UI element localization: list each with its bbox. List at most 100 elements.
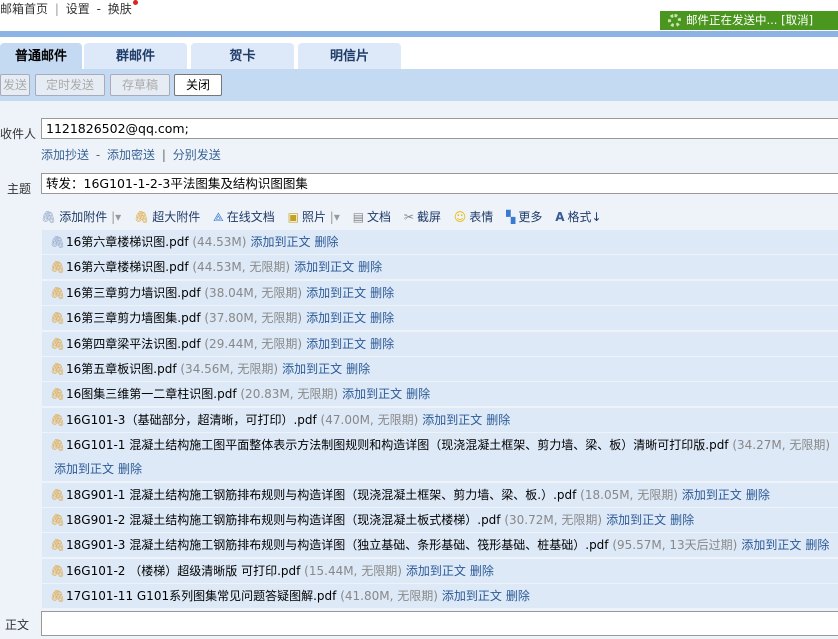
paperclip-icon: 🖇	[50, 311, 66, 326]
paperclip-icon: 🖇	[50, 336, 66, 351]
attachment-meta: (47.00M, 无限期)	[320, 412, 419, 427]
online-doc-button[interactable]: ⟁ 在线文档	[213, 208, 275, 225]
attachment-meta: (95.57M, 13天后过期)	[612, 538, 738, 553]
add-to-body-link[interactable]: 添加到正文	[442, 589, 502, 603]
label: 添加附件	[59, 210, 108, 224]
tab-normal-mail[interactable]: 普通邮件	[0, 43, 82, 69]
attachment-name: 18G901-3 混凝土结构施工钢筋排布规则与构造详图（独立基础、条形基础、筏形…	[66, 538, 609, 553]
paperclip-icon: 🖇	[50, 285, 66, 300]
delete-attachment-link[interactable]: 删除	[370, 286, 394, 300]
delete-attachment-link[interactable]: 删除	[506, 589, 530, 603]
document-button[interactable]: ▤ 文档	[353, 208, 391, 225]
tab-postcard[interactable]: 明信片	[298, 43, 401, 69]
attachment-name: 16第五章板识图.pdf	[66, 361, 177, 376]
tab-group-mail[interactable]: 群邮件	[84, 43, 187, 69]
attachment-meta: (20.83M, 无限期)	[240, 387, 339, 402]
attachment-meta: (34.27M, 无限期)	[732, 438, 831, 453]
attachment-meta: (44.53M, 无限期)	[192, 260, 291, 275]
attachment-meta: (18.05M, 无限期)	[580, 487, 678, 502]
attachment-meta: (15.44M, 无限期)	[304, 563, 402, 578]
separate-send-link[interactable]: 分别发送	[173, 148, 221, 162]
attachment-name: 16G101-2 （楼梯）超级清晰版 可打印.pdf	[66, 563, 301, 578]
format-button[interactable]: A 格式↓	[555, 208, 601, 225]
tab-greeting-card[interactable]: 贺卡	[191, 43, 294, 69]
settings-link[interactable]: 设置	[66, 2, 90, 16]
label: 文档	[367, 210, 392, 224]
paperclip-icon: 🖇	[50, 538, 66, 553]
recipient-field[interactable]: 1121826502@qq.com;	[41, 118, 838, 139]
attachment-row: 🖇16G101-2 （楼梯）超级清晰版 可打印.pdf (15.44M, 无限期…	[42, 558, 838, 583]
attachment-row: 🖇16图集三维第一二章柱识图.pdf (20.83M, 无限期) 添加到正文 删除	[42, 382, 838, 407]
paperclip-icon: 🖇	[50, 235, 66, 249]
delete-attachment-link[interactable]: 删除	[670, 513, 694, 527]
add-to-body-link[interactable]: 添加到正文	[250, 235, 310, 249]
delete-attachment-link[interactable]: 删除	[370, 311, 394, 325]
subject-field[interactable]: 转发：16G101-1-2-3平法图集及结构识图图集	[41, 173, 838, 194]
add-to-body-link[interactable]: 添加到正文	[306, 337, 366, 351]
screenshot-button[interactable]: ✂ 截屏	[404, 208, 441, 225]
attachment-row: 🖇18G901-2 混凝土结构施工钢筋排布规则与构造详图（现浇混凝土板式楼梯）.…	[42, 507, 838, 532]
paperclip-icon: 🖇	[41, 210, 57, 224]
separator: |	[161, 148, 166, 162]
paperclip-icon: 🖇	[50, 438, 66, 453]
delete-attachment-link[interactable]: 删除	[358, 260, 382, 274]
large-attachment-button[interactable]: 🖇 超大附件	[134, 208, 200, 225]
attachment-row: 🖇16第六章楼梯识图.pdf (44.53M) 添加到正文 删除	[42, 230, 838, 254]
add-to-body-link[interactable]: 添加到正文	[422, 413, 482, 427]
delete-attachment-link[interactable]: 删除	[370, 337, 394, 351]
add-attachment-button[interactable]: 🖇 添加附件 |▾	[41, 208, 121, 225]
add-to-body-link[interactable]: 添加到正文	[282, 362, 342, 376]
photo-button[interactable]: ▣ 照片 |▾	[288, 208, 340, 225]
add-to-body-link[interactable]: 添加到正文	[406, 564, 466, 578]
compose-toolbar: 发送 定时发送 存草稿 关闭	[0, 69, 838, 101]
delete-attachment-link[interactable]: 删除	[118, 462, 142, 476]
add-to-body-link[interactable]: 添加到正文	[682, 488, 742, 502]
add-to-body-link[interactable]: 添加到正文	[606, 513, 666, 527]
recipient-label: 收件人	[0, 127, 37, 141]
label: 截屏	[416, 210, 441, 224]
label: 超大附件	[152, 210, 201, 224]
body-editor[interactable]	[41, 611, 838, 637]
body-label: 正文	[5, 618, 30, 633]
more-button[interactable]: ▚ 更多	[506, 208, 542, 225]
paperclip-icon: 🖇	[50, 361, 66, 376]
attachment-meta: (38.04M, 无限期)	[204, 285, 303, 300]
send-button[interactable]: 发送	[0, 74, 30, 96]
delete-attachment-link[interactable]: 删除	[805, 538, 829, 552]
online-doc-icon: ⟁	[213, 210, 224, 224]
attachment-name: 16第三章剪力墙识图.pdf	[66, 285, 201, 300]
add-to-body-link[interactable]: 添加到正文	[342, 387, 402, 401]
attachment-row: 🖇16第五章板识图.pdf (34.56M, 无限期) 添加到正文 删除	[42, 356, 838, 381]
attachment-row: 🖇16G101-1 混凝土结构施工图平面整体表示方法制图规则和构造详图（现浇混凝…	[42, 433, 838, 482]
add-to-body-link[interactable]: 添加到正文	[54, 462, 114, 476]
add-to-body-link[interactable]: 添加到正文	[306, 286, 366, 300]
paperclip-icon: 🖇	[50, 512, 66, 527]
add-to-body-link[interactable]: 添加到正文	[294, 260, 354, 274]
delete-attachment-link[interactable]: 删除	[746, 488, 770, 502]
delete-attachment-link[interactable]: 删除	[406, 387, 430, 401]
scheduled-send-button[interactable]: 定时发送	[35, 74, 105, 96]
delete-attachment-link[interactable]: 删除	[314, 235, 338, 249]
skin-link[interactable]: 换肤	[108, 2, 132, 16]
attachment-name: 18G901-1 混凝土结构施工钢筋排布规则与构造详图（现浇混凝土框架、剪力墙、…	[66, 487, 577, 502]
attachment-meta: (30.72M, 无限期)	[504, 512, 603, 527]
add-to-body-link[interactable]: 添加到正文	[741, 538, 801, 552]
add-to-body-link[interactable]: 添加到正文	[306, 311, 366, 325]
mailbox-home-link[interactable]: 邮箱首页	[0, 2, 48, 16]
delete-attachment-link[interactable]: 删除	[486, 413, 510, 427]
close-button[interactable]: 关闭	[174, 74, 222, 96]
attachment-row: 🖇18G901-1 混凝土结构施工钢筋排布规则与构造详图（现浇混凝土框架、剪力墙…	[42, 482, 838, 507]
separator: -	[95, 148, 101, 162]
paperclip-icon: 🖇	[50, 260, 66, 275]
paperclip-icon: 🖇	[50, 563, 66, 578]
delete-attachment-link[interactable]: 删除	[470, 564, 494, 578]
cancel-sending-link[interactable]: [取消]	[781, 13, 813, 27]
delete-attachment-link[interactable]: 删除	[346, 362, 370, 376]
compose-tabs: 普通邮件 群邮件 贺卡 明信片	[0, 37, 838, 69]
add-bcc-link[interactable]: 添加密送	[107, 148, 155, 162]
notification-dot	[132, 0, 138, 5]
save-draft-button[interactable]: 存草稿	[110, 74, 170, 96]
emoji-button[interactable]: ☺ 表情	[454, 208, 494, 225]
add-cc-link[interactable]: 添加抄送	[41, 148, 89, 162]
attachment-row: 🖇16G101-3（基础部分，超清晰，可打印）.pdf (47.00M, 无限期…	[42, 407, 838, 432]
